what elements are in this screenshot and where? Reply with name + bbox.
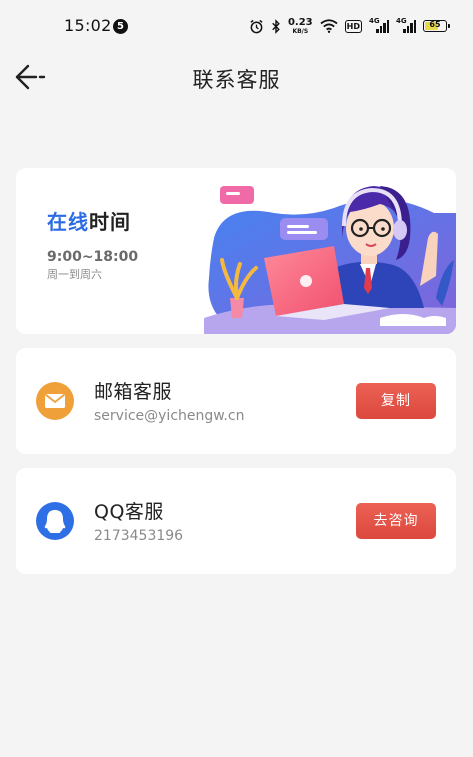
email-address[interactable]: service@yichengw.cn	[94, 408, 244, 424]
battery-percent: 65	[429, 20, 441, 29]
banner-heading-highlight: 在线	[47, 210, 89, 234]
battery-icon: 65	[423, 20, 450, 32]
qq-number[interactable]: 2173453196	[94, 528, 183, 544]
status-time: 15:02	[64, 16, 112, 35]
bluetooth-icon	[272, 18, 280, 34]
consult-button[interactable]: 去咨询	[356, 503, 436, 539]
qq-service-name: QQ客服	[94, 501, 164, 523]
service-days: 周一到周六	[47, 268, 102, 281]
hd-badge: HD	[344, 19, 362, 33]
qq-icon	[36, 502, 74, 540]
service-hours: 9:00~18:00	[47, 249, 139, 265]
status-icons: 0.23 KB/S HD 4G 4G 65	[249, 15, 450, 37]
customer-service-illustration	[204, 186, 456, 334]
email-service-name: 邮箱客服	[94, 381, 173, 403]
email-service-card: 邮箱客服 service@yichengw.cn 复制	[16, 348, 456, 454]
signal-icon: 4G	[369, 17, 389, 33]
banner-heading: 在线时间	[47, 206, 138, 235]
banner-heading-rest: 时间	[89, 210, 131, 234]
page-title: 联系客服	[192, 68, 281, 92]
service-hours-banner: 在线时间 9:00~18:00 周一到周六	[16, 168, 456, 334]
signal-icon: 4G	[396, 17, 416, 33]
mail-icon	[36, 382, 74, 420]
status-bar: 15:02 5 0.23 KB/S HD 4G 4G 65	[0, 0, 473, 50]
network-speed-unit: KB/S	[292, 27, 309, 35]
copy-email-button[interactable]: 复制	[356, 383, 436, 419]
network-speed: 0.23 KB/S	[287, 16, 313, 35]
alarm-icon	[250, 19, 263, 33]
service-hours-text: 在线时间 9:00~18:00 周一到周六	[47, 206, 138, 282]
notification-badge: 5	[113, 19, 128, 34]
network-speed-value: 0.23	[287, 16, 313, 28]
qq-service-card: QQ客服 2173453196 去咨询	[16, 468, 456, 574]
wifi-icon	[320, 19, 338, 33]
